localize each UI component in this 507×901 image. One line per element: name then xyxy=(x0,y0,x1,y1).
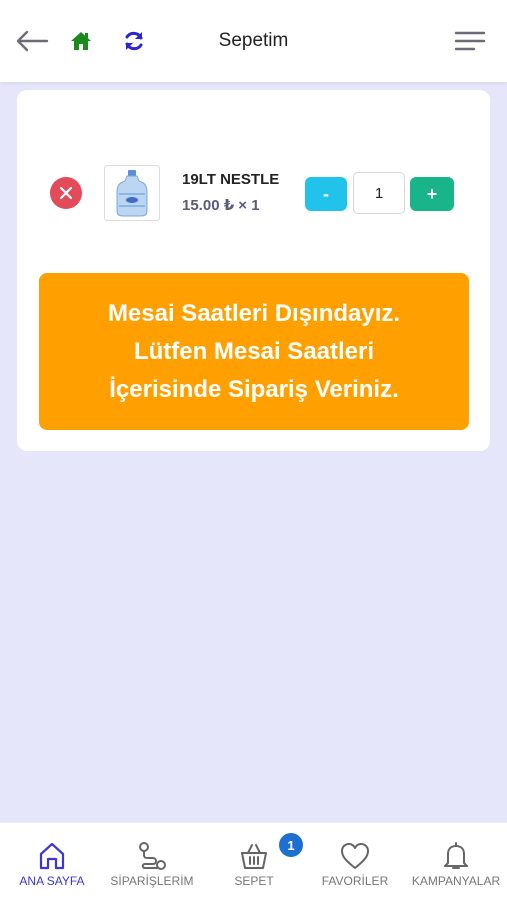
nav-item-home[interactable]: ANA SAYFA xyxy=(6,823,98,901)
notice-line-3: İçerisinde Sipariş Veriniz. xyxy=(109,375,399,403)
bell-icon xyxy=(442,840,470,872)
close-icon xyxy=(59,186,73,200)
increase-quantity-button[interactable]: + xyxy=(410,177,454,211)
nav-label-home: ANA SAYFA xyxy=(19,874,85,888)
top-app-bar: Sepetim xyxy=(0,0,507,82)
bottom-navigation: ANA SAYFA SİPARİŞLERİM SEPET FAVORİLER K… xyxy=(0,822,507,901)
basket-count-badge: 1 xyxy=(279,833,303,857)
nav-item-orders[interactable]: SİPARİŞLERİM xyxy=(104,823,200,901)
product-image xyxy=(104,165,160,221)
route-icon xyxy=(137,840,167,872)
nav-label-campaigns: KAMPANYALAR xyxy=(411,874,501,888)
page-title: Sepetim xyxy=(218,30,289,51)
nav-item-favorites[interactable]: FAVORİLER xyxy=(310,823,400,901)
quantity-field[interactable]: 1 xyxy=(353,172,405,214)
remove-item-button[interactable] xyxy=(50,177,82,209)
product-price: 15.00 ₺ × 1 xyxy=(182,197,260,214)
decrease-quantity-button[interactable]: - xyxy=(305,177,347,211)
nav-label-favorites: FAVORİLER xyxy=(321,874,389,888)
notice-line-2: Lütfen Mesai Saatleri xyxy=(133,337,375,365)
nav-label-orders: SİPARİŞLERİM xyxy=(110,874,194,888)
notice-line-1: Mesai Saatleri Dışındayız. xyxy=(107,299,401,327)
nav-label-basket: SEPET xyxy=(234,874,274,888)
home-outline-icon xyxy=(38,840,66,872)
water-bottle-icon xyxy=(116,170,148,217)
product-name: 19LT NESTLE xyxy=(182,171,280,188)
heart-icon xyxy=(340,840,370,872)
closed-hours-notice: Mesai Saatleri Dışındayız. Lütfen Mesai … xyxy=(39,273,469,430)
menu-icon[interactable] xyxy=(452,26,488,56)
basket-icon xyxy=(239,840,269,872)
nav-item-campaigns[interactable]: KAMPANYALAR xyxy=(406,823,506,901)
